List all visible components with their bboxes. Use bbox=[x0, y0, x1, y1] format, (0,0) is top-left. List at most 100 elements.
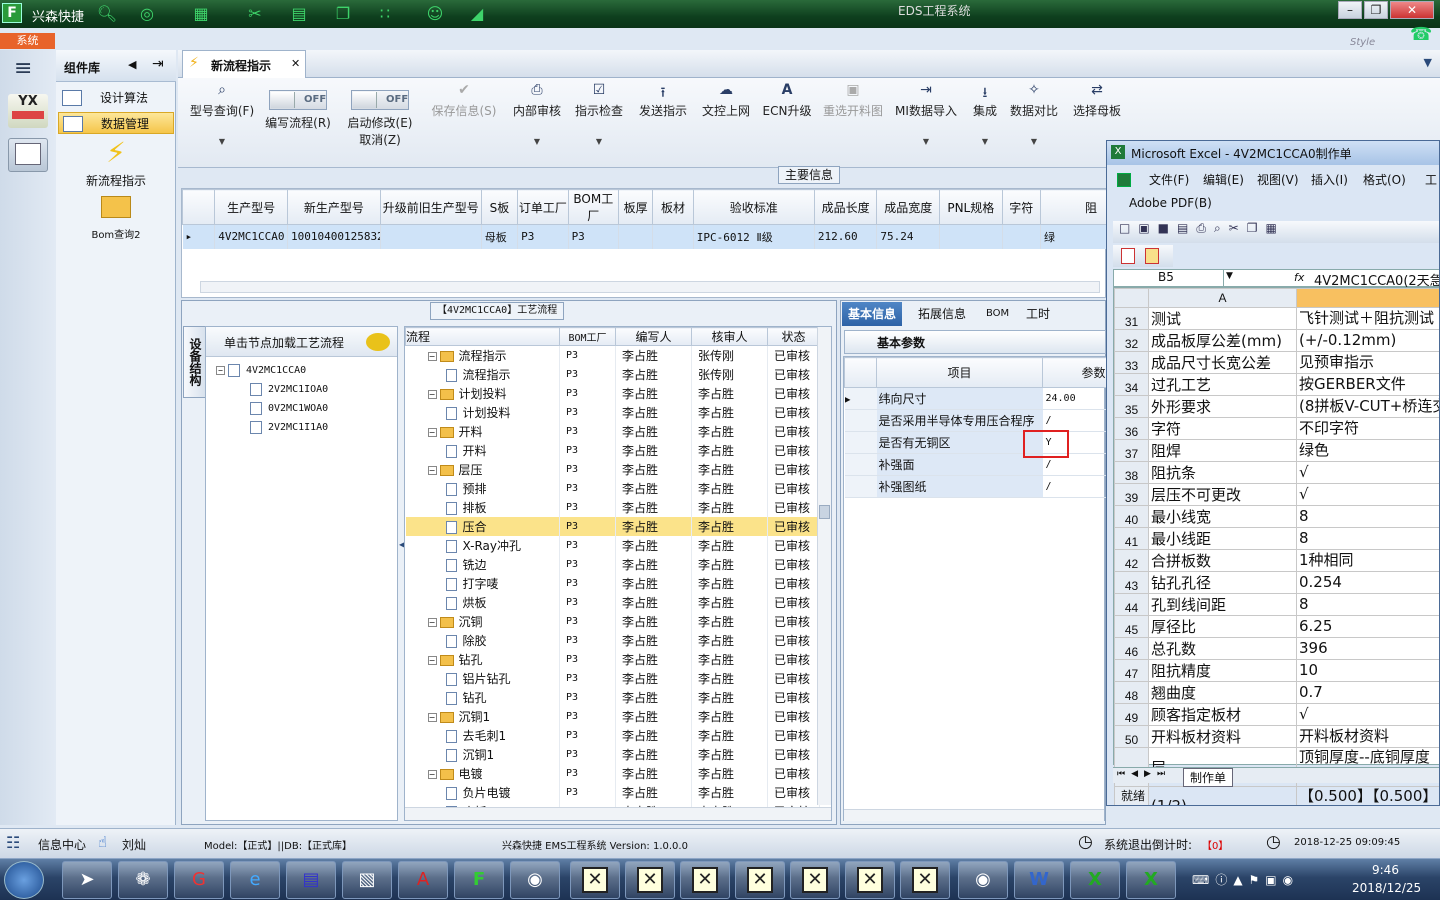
sheet-tab[interactable]: 制作单 bbox=[1183, 768, 1234, 787]
tree-node[interactable]: 0V2MC1WOA0 bbox=[250, 399, 328, 418]
sheet-row[interactable]: 40 最小线宽 8 bbox=[1114, 505, 1439, 528]
reviewer-cell[interactable]: 李占胜 bbox=[691, 668, 768, 688]
sheet-nav-icons[interactable]: ⏮◀▶⏭ bbox=[1117, 769, 1171, 779]
sheet-row[interactable]: 39 层压不可更改 √ bbox=[1114, 483, 1439, 506]
status-cell[interactable]: 已审核 bbox=[767, 763, 820, 783]
collapse-icon[interactable]: − bbox=[427, 617, 437, 627]
table-cell[interactable]: P3 bbox=[568, 224, 620, 249]
table-row[interactable]: 除胶 P3 李占胜 李占胜 已审核 bbox=[405, 630, 820, 650]
table-cell[interactable]: 4V2MC1CCA0 bbox=[214, 224, 288, 249]
sheet-cell-b[interactable]: 8 bbox=[1296, 505, 1439, 528]
bom-factory-cell[interactable]: P3 bbox=[559, 459, 616, 479]
sheet-cell-b[interactable]: 396 bbox=[1296, 637, 1439, 660]
sheet-row[interactable]: 32 成品板厚公差(mm) (+/-0.12mm) bbox=[1114, 329, 1439, 352]
sheet-cell-a[interactable]: 外形要求 bbox=[1148, 395, 1297, 418]
process-step-cell[interactable]: − 流程指示 bbox=[405, 345, 560, 365]
table-row[interactable]: 沉铜1 P3 李占胜 李占胜 已审核 bbox=[405, 744, 820, 764]
clock-time[interactable]: 9:46 bbox=[1372, 863, 1399, 877]
data-compare-button[interactable]: ✧ 数据对比 ▼ bbox=[1010, 82, 1058, 146]
status-cell[interactable]: 已审核 bbox=[767, 630, 820, 650]
sheet-row[interactable]: 42 合拼板数 1种相同 bbox=[1114, 549, 1439, 572]
sheet-cell-b[interactable]: 10 bbox=[1296, 659, 1439, 682]
column-header[interactable]: 生产型号 bbox=[214, 189, 288, 225]
writer-cell[interactable]: 李占胜 bbox=[615, 668, 692, 688]
reviewer-cell[interactable]: 李占胜 bbox=[691, 725, 768, 745]
table-row[interactable]: 补强图纸 / bbox=[844, 475, 1145, 498]
table-row[interactable]: − 钻孔 P3 李占胜 李占胜 已审核 bbox=[405, 649, 820, 669]
reviewer-cell[interactable]: 李占胜 bbox=[691, 554, 768, 574]
table-cell[interactable] bbox=[939, 224, 1003, 249]
table-row[interactable]: 计划投料 P3 李占胜 李占胜 已审核 bbox=[405, 402, 820, 422]
maximize-button[interactable]: ❐ bbox=[1364, 1, 1388, 19]
table-row[interactable]: − 层压 P3 李占胜 李占胜 已审核 bbox=[405, 459, 820, 479]
reviewer-cell[interactable]: 李占胜 bbox=[691, 497, 768, 517]
tree-node-root[interactable]: − 4V2MC1CCA0 bbox=[216, 361, 307, 380]
table-row[interactable]: 铝片钻孔 P3 李占胜 李占胜 已审核 bbox=[405, 668, 820, 688]
table-row[interactable]: ▸ 纬向尺寸 24.00 bbox=[844, 387, 1145, 410]
column-header-b[interactable] bbox=[1296, 288, 1439, 308]
status-cell[interactable]: 已审核 bbox=[767, 402, 820, 422]
taskbar-save-icon[interactable]: ▤ bbox=[286, 861, 336, 899]
sheet-cell-a[interactable]: 过孔工艺 bbox=[1148, 373, 1297, 396]
factory-icon[interactable]: YX bbox=[8, 94, 48, 128]
bom-factory-cell[interactable]: P3 bbox=[559, 554, 616, 574]
writer-cell[interactable]: 李占胜 bbox=[615, 687, 692, 707]
sheet-cell-b[interactable]: 8 bbox=[1296, 527, 1439, 550]
process-step-cell[interactable]: 打字唛 bbox=[405, 573, 560, 593]
writer-cell[interactable]: 李占胜 bbox=[615, 592, 692, 612]
bom-factory-cell[interactable]: P3 bbox=[559, 649, 616, 669]
bom-factory-cell[interactable]: P3 bbox=[559, 478, 616, 498]
bom-factory-cell[interactable]: P3 bbox=[559, 421, 616, 441]
row-number[interactable]: 47 bbox=[1114, 659, 1149, 682]
sheet-row[interactable]: 38 阻抗条 √ bbox=[1114, 461, 1439, 484]
menu-edit[interactable]: 编辑(E) bbox=[1203, 171, 1244, 188]
reviewer-cell[interactable]: 李占胜 bbox=[691, 782, 768, 802]
process-step-cell[interactable]: 压合 bbox=[405, 516, 560, 536]
system-tab[interactable]: 系统 bbox=[0, 33, 55, 49]
taskbar-word-icon[interactable]: W bbox=[1014, 861, 1064, 899]
table-row[interactable]: 预排 P3 李占胜 李占胜 已审核 bbox=[405, 478, 820, 498]
reselect-cutting-chart-button[interactable]: ▣ 重选开料图 bbox=[820, 82, 886, 119]
film-icon[interactable]: ▤ bbox=[288, 4, 310, 24]
sheet-cell-a[interactable]: 阻焊 bbox=[1148, 439, 1297, 462]
process-step-cell[interactable]: 排板 bbox=[405, 497, 560, 517]
collapse-icon[interactable]: − bbox=[216, 365, 225, 375]
copy-icon[interactable]: ❐ bbox=[332, 4, 354, 24]
bom-factory-cell[interactable]: P3 bbox=[559, 725, 616, 745]
lifebuoy-icon[interactable]: ◎ bbox=[136, 4, 158, 24]
sheet-cell-a[interactable]: 阻抗条 bbox=[1148, 461, 1297, 484]
sheet-row[interactable]: 44 孔到线间距 8 bbox=[1114, 593, 1439, 616]
info-center[interactable]: 信息中心 bbox=[38, 836, 86, 853]
table-row[interactable]: − 开料 P3 李占胜 李占胜 已审核 bbox=[405, 421, 820, 441]
sheet-row[interactable]: 48 翘曲度 0.7 bbox=[1114, 681, 1439, 704]
process-step-cell[interactable]: 烘板 bbox=[405, 592, 560, 612]
write-process-button[interactable]: OFF 编写流程(R) bbox=[260, 82, 336, 131]
collapse-icon[interactable]: − bbox=[427, 427, 437, 437]
taskbar-eds-app-icon[interactable]: F bbox=[454, 861, 504, 899]
start-button[interactable] bbox=[4, 861, 44, 899]
status-cell[interactable]: 已审核 bbox=[767, 649, 820, 669]
reviewer-cell[interactable]: 李占胜 bbox=[691, 611, 768, 631]
horizontal-scrollbar[interactable] bbox=[200, 281, 1100, 293]
table-row[interactable]: 负片电镀 P3 李占胜 李占胜 已审核 bbox=[405, 782, 820, 802]
row-number[interactable]: 35 bbox=[1114, 395, 1149, 418]
reviewer-cell[interactable]: 李占胜 bbox=[691, 706, 768, 726]
subtab-basic-params[interactable]: 基本参数 bbox=[877, 334, 925, 351]
menu-tools[interactable]: 工 bbox=[1425, 171, 1437, 188]
row-number[interactable]: 37 bbox=[1114, 439, 1149, 462]
writer-cell[interactable]: 李占胜 bbox=[615, 383, 692, 403]
table-row[interactable]: ▸ 4V2MC1CCA0 10010400125832 母板 P3 P3 IPC… bbox=[182, 224, 1143, 249]
pin-icon[interactable]: ⇥ bbox=[152, 56, 164, 72]
tab-work-hours[interactable]: 工时 bbox=[1020, 302, 1056, 326]
taskbar-autocad-icon[interactable]: A bbox=[398, 861, 448, 899]
writer-cell[interactable]: 李占胜 bbox=[615, 478, 692, 498]
reviewer-cell[interactable]: 李占胜 bbox=[691, 744, 768, 764]
ecn-upgrade-button[interactable]: A ECN升级 bbox=[762, 82, 812, 119]
process-step-cell[interactable]: 预排 bbox=[405, 478, 560, 498]
sheet-cell-b[interactable]: 6.25 bbox=[1296, 615, 1439, 638]
process-step-cell[interactable]: 流程指示 bbox=[405, 364, 560, 384]
sheet-row[interactable]: 41 最小线距 8 bbox=[1114, 527, 1439, 550]
apps-icon[interactable]: ∷ bbox=[374, 4, 396, 24]
table-row[interactable]: 是否采用半导体专用压合程序 / bbox=[844, 409, 1145, 432]
row-number[interactable]: 41 bbox=[1114, 527, 1149, 550]
